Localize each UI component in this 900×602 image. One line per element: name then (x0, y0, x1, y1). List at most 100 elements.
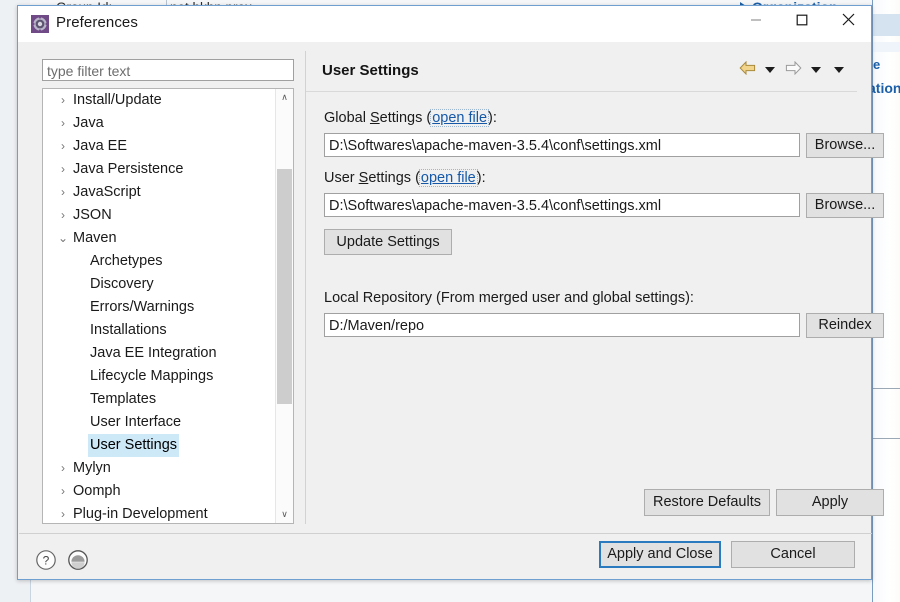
scrollbar-thumb[interactable] (277, 169, 292, 404)
tree-item-javascript[interactable]: ›JavaScript (43, 181, 277, 204)
chevron-down-icon[interactable]: ⌄ (57, 227, 69, 250)
tree-item-label: User Settings (88, 434, 179, 457)
global-settings-open-file-link[interactable]: open file (431, 110, 488, 126)
preferences-tree-list: ›Install/Update›Java›Java EE›Java Persis… (43, 89, 277, 523)
tree-item-label: Maven (71, 227, 119, 250)
chevron-right-icon[interactable]: › (57, 135, 69, 158)
tree-item-oomph[interactable]: ›Oomph (43, 480, 277, 503)
forward-arrow-icon (785, 61, 802, 80)
tree-item-label: Lifecycle Mappings (88, 365, 215, 388)
global-settings-label-prefix: Global (324, 110, 370, 126)
apply-button[interactable]: Apply (776, 489, 884, 516)
tree-item-user-settings[interactable]: User Settings (43, 434, 277, 457)
user-settings-label-end: ): (477, 170, 486, 186)
tree-item-label: Java (71, 112, 106, 135)
tree-item-label: JavaScript (71, 181, 143, 204)
dialog-title-bar: Preferences (18, 6, 871, 42)
chevron-right-icon[interactable]: › (57, 181, 69, 204)
background-right-band-3 (873, 388, 900, 389)
settings-pane: User Settings (305, 51, 857, 524)
pane-toolbar (737, 60, 849, 80)
close-button[interactable] (825, 6, 871, 38)
tree-item-java-persistence[interactable]: ›Java Persistence (43, 158, 277, 181)
tree-item-install-update[interactable]: ›Install/Update (43, 89, 277, 112)
tree-item-label: Installations (88, 319, 169, 342)
tree-item-json[interactable]: ›JSON (43, 204, 277, 227)
minimize-icon (750, 13, 762, 31)
tree-item-discovery[interactable]: Discovery (43, 273, 277, 296)
cancel-button[interactable]: Cancel (731, 541, 855, 568)
update-settings-button[interactable]: Update Settings (324, 229, 452, 255)
background-right-band-2 (873, 42, 900, 52)
tree-item-label: Install/Update (71, 89, 164, 112)
tree-item-templates[interactable]: Templates (43, 388, 277, 411)
user-settings-open-file-link[interactable]: open file (420, 170, 477, 186)
scroll-down-button[interactable]: ∨ (276, 506, 293, 523)
tree-item-label: JSON (71, 204, 114, 227)
preferences-tree[interactable]: ›Install/Update›Java›Java EE›Java Persis… (42, 88, 294, 524)
user-settings-path-input[interactable] (324, 193, 800, 217)
global-settings-path-input[interactable] (324, 133, 800, 157)
background-right-fragment-2: ation (868, 80, 900, 96)
tree-item-lifecycle-mappings[interactable]: Lifecycle Mappings (43, 365, 277, 388)
back-history-dropdown[interactable] (760, 60, 780, 80)
local-repository-input[interactable] (324, 313, 800, 337)
dialog-title: Preferences (56, 14, 138, 31)
tree-item-errors-warnings[interactable]: Errors/Warnings (43, 296, 277, 319)
preferences-gear-icon (31, 15, 49, 33)
global-settings-label: Global Settings (open file): (324, 110, 497, 126)
global-settings-browse-button[interactable]: Browse... (806, 133, 884, 158)
restore-defaults-button[interactable]: Restore Defaults (644, 489, 770, 516)
tree-item-archetypes[interactable]: Archetypes (43, 250, 277, 273)
tree-item-label: Java EE Integration (88, 342, 219, 365)
reindex-button[interactable]: Reindex (806, 313, 884, 338)
chevron-right-icon[interactable]: › (57, 457, 69, 480)
back-button[interactable] (737, 60, 757, 80)
apply-and-close-button[interactable]: Apply and Close (599, 541, 721, 568)
chevron-right-icon[interactable]: › (57, 158, 69, 181)
minimize-button[interactable] (733, 6, 779, 38)
screen: Group Id: net.hkhn.prox Organization e a… (0, 0, 900, 602)
chevron-right-icon[interactable]: › (57, 480, 69, 503)
chevron-right-icon[interactable]: › (57, 89, 69, 112)
tree-item-plug-in-development[interactable]: ›Plug-in Development (43, 503, 277, 524)
page-title: User Settings (322, 62, 419, 79)
background-right-fragment-1: e (873, 57, 880, 72)
global-settings-label-suffix: ettings ( (380, 110, 432, 126)
oomph-shell-icon[interactable] (67, 549, 89, 571)
chevron-down-icon (765, 67, 775, 73)
chevron-right-icon[interactable]: › (57, 204, 69, 227)
settings-pane-header: User Settings (306, 51, 857, 92)
view-menu-button[interactable] (829, 60, 849, 80)
tree-scrollbar[interactable]: ∧ ∨ (275, 89, 293, 523)
tree-item-label: User Interface (88, 411, 183, 434)
filter-input[interactable] (42, 59, 294, 81)
user-settings-browse-button[interactable]: Browse... (806, 193, 884, 218)
tree-item-user-interface[interactable]: User Interface (43, 411, 277, 434)
user-settings-label: User Settings (open file): (324, 170, 486, 186)
help-question-icon[interactable]: ? (35, 549, 57, 571)
tree-item-label: Java Persistence (71, 158, 185, 181)
tree-item-maven[interactable]: ⌄Maven (43, 227, 277, 250)
chevron-right-icon[interactable]: › (57, 503, 69, 524)
local-repository-label: Local Repository (From merged user and g… (324, 290, 694, 306)
chevron-down-icon (834, 67, 844, 73)
user-settings-label-prefix: User (324, 170, 359, 186)
forward-history-dropdown[interactable] (806, 60, 826, 80)
tree-item-java-ee[interactable]: ›Java EE (43, 135, 277, 158)
scroll-up-button[interactable]: ∧ (276, 89, 293, 106)
tree-item-label: Plug-in Development (71, 503, 210, 524)
tree-item-label: Templates (88, 388, 158, 411)
tree-item-label: Errors/Warnings (88, 296, 196, 319)
tree-item-java-ee-integration[interactable]: Java EE Integration (43, 342, 277, 365)
tree-item-installations[interactable]: Installations (43, 319, 277, 342)
close-icon (842, 13, 855, 31)
forward-button[interactable] (783, 60, 803, 80)
tree-item-java[interactable]: ›Java (43, 112, 277, 135)
back-arrow-icon (739, 61, 756, 80)
tree-item-label: Archetypes (88, 250, 165, 273)
chevron-right-icon[interactable]: › (57, 112, 69, 135)
maximize-button[interactable] (779, 6, 825, 38)
user-settings-label-mnemonic: S (359, 170, 369, 186)
tree-item-mylyn[interactable]: ›Mylyn (43, 457, 277, 480)
